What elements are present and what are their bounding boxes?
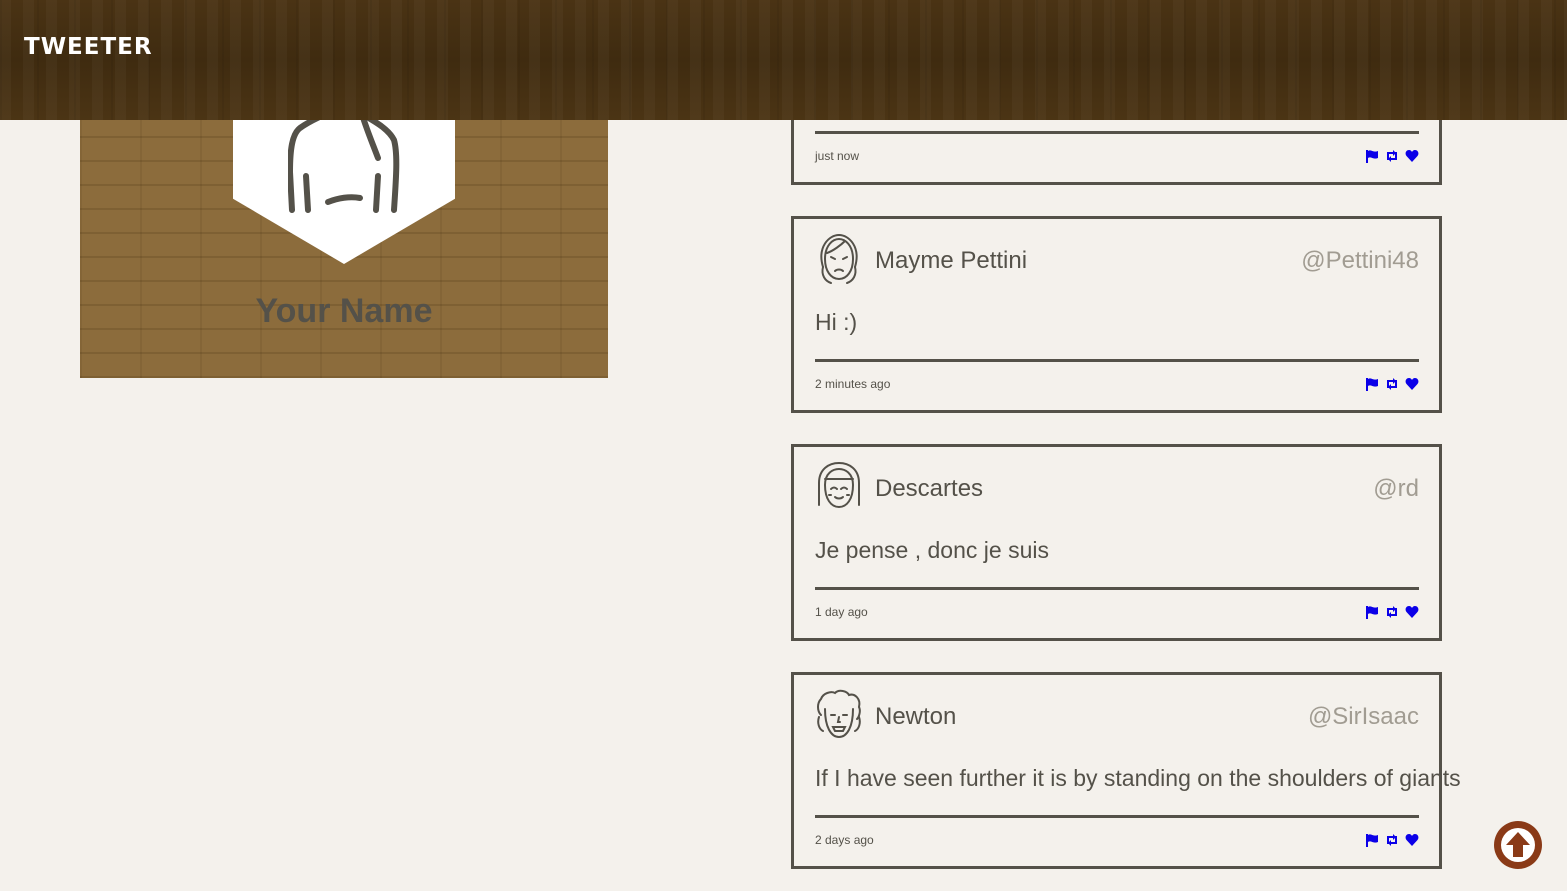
tweet-time: 2 minutes ago	[815, 377, 891, 391]
tweet-actions	[1365, 833, 1419, 847]
tweet-actions	[1365, 377, 1419, 391]
heart-icon[interactable]	[1405, 605, 1419, 619]
tweet-divider	[815, 359, 1419, 362]
girl-face-icon[interactable]	[815, 461, 863, 513]
tweet-card: Mayme Pettini @Pettini48 Hi :) 2 minutes…	[791, 216, 1442, 413]
heart-icon[interactable]	[1405, 833, 1419, 847]
scroll-top-button[interactable]	[1494, 821, 1542, 869]
tweet-author-name[interactable]: Descartes	[875, 475, 983, 503]
tweet-divider	[815, 587, 1419, 590]
tweet-time: 2 days ago	[815, 833, 874, 847]
tweet-author-name[interactable]: Newton	[875, 703, 956, 731]
curly-hair-man-face-icon[interactable]	[815, 689, 863, 741]
tweet-card: Descartes @rd Je pense , donc je suis 1 …	[791, 444, 1442, 641]
heart-icon[interactable]	[1405, 149, 1419, 163]
tweet-author-name[interactable]: Mayme Pettini	[875, 247, 1027, 275]
tweet-actions	[1365, 605, 1419, 619]
flag-icon[interactable]	[1365, 377, 1379, 391]
heart-icon[interactable]	[1405, 377, 1419, 391]
flag-icon[interactable]	[1365, 149, 1379, 163]
tweet-time: 1 day ago	[815, 605, 868, 619]
tweet-author-handle[interactable]: @Pettini48	[1301, 247, 1419, 275]
flag-icon[interactable]	[1365, 833, 1379, 847]
tweet-time: just now	[815, 149, 860, 163]
tweet-divider	[815, 815, 1419, 818]
retweet-icon[interactable]	[1385, 605, 1399, 619]
tweet-card: Newton @SirIsaac If I have seen further …	[791, 672, 1461, 869]
retweet-icon[interactable]	[1385, 833, 1399, 847]
brand-logo[interactable]: TWEETER	[24, 34, 153, 60]
retweet-icon[interactable]	[1385, 149, 1399, 163]
tweet-author-handle[interactable]: @rd	[1373, 475, 1419, 503]
tweet-actions	[1365, 149, 1419, 163]
tweet-text: If I have seen further it is by standing…	[815, 765, 1461, 791]
top-header: TWEETER	[0, 0, 1567, 120]
profile-name: Your Name	[255, 292, 433, 330]
tweet-text: Hi :)	[815, 309, 858, 335]
sad-woman-face-icon[interactable]	[815, 233, 863, 285]
retweet-icon[interactable]	[1385, 377, 1399, 391]
arrow-up-icon	[1501, 828, 1535, 862]
tweet-divider	[815, 131, 1419, 134]
flag-icon[interactable]	[1365, 605, 1379, 619]
tweet-text: Je pense , donc je suis	[815, 537, 1049, 563]
tweet-author-handle[interactable]: @SirIsaac	[1308, 703, 1419, 731]
